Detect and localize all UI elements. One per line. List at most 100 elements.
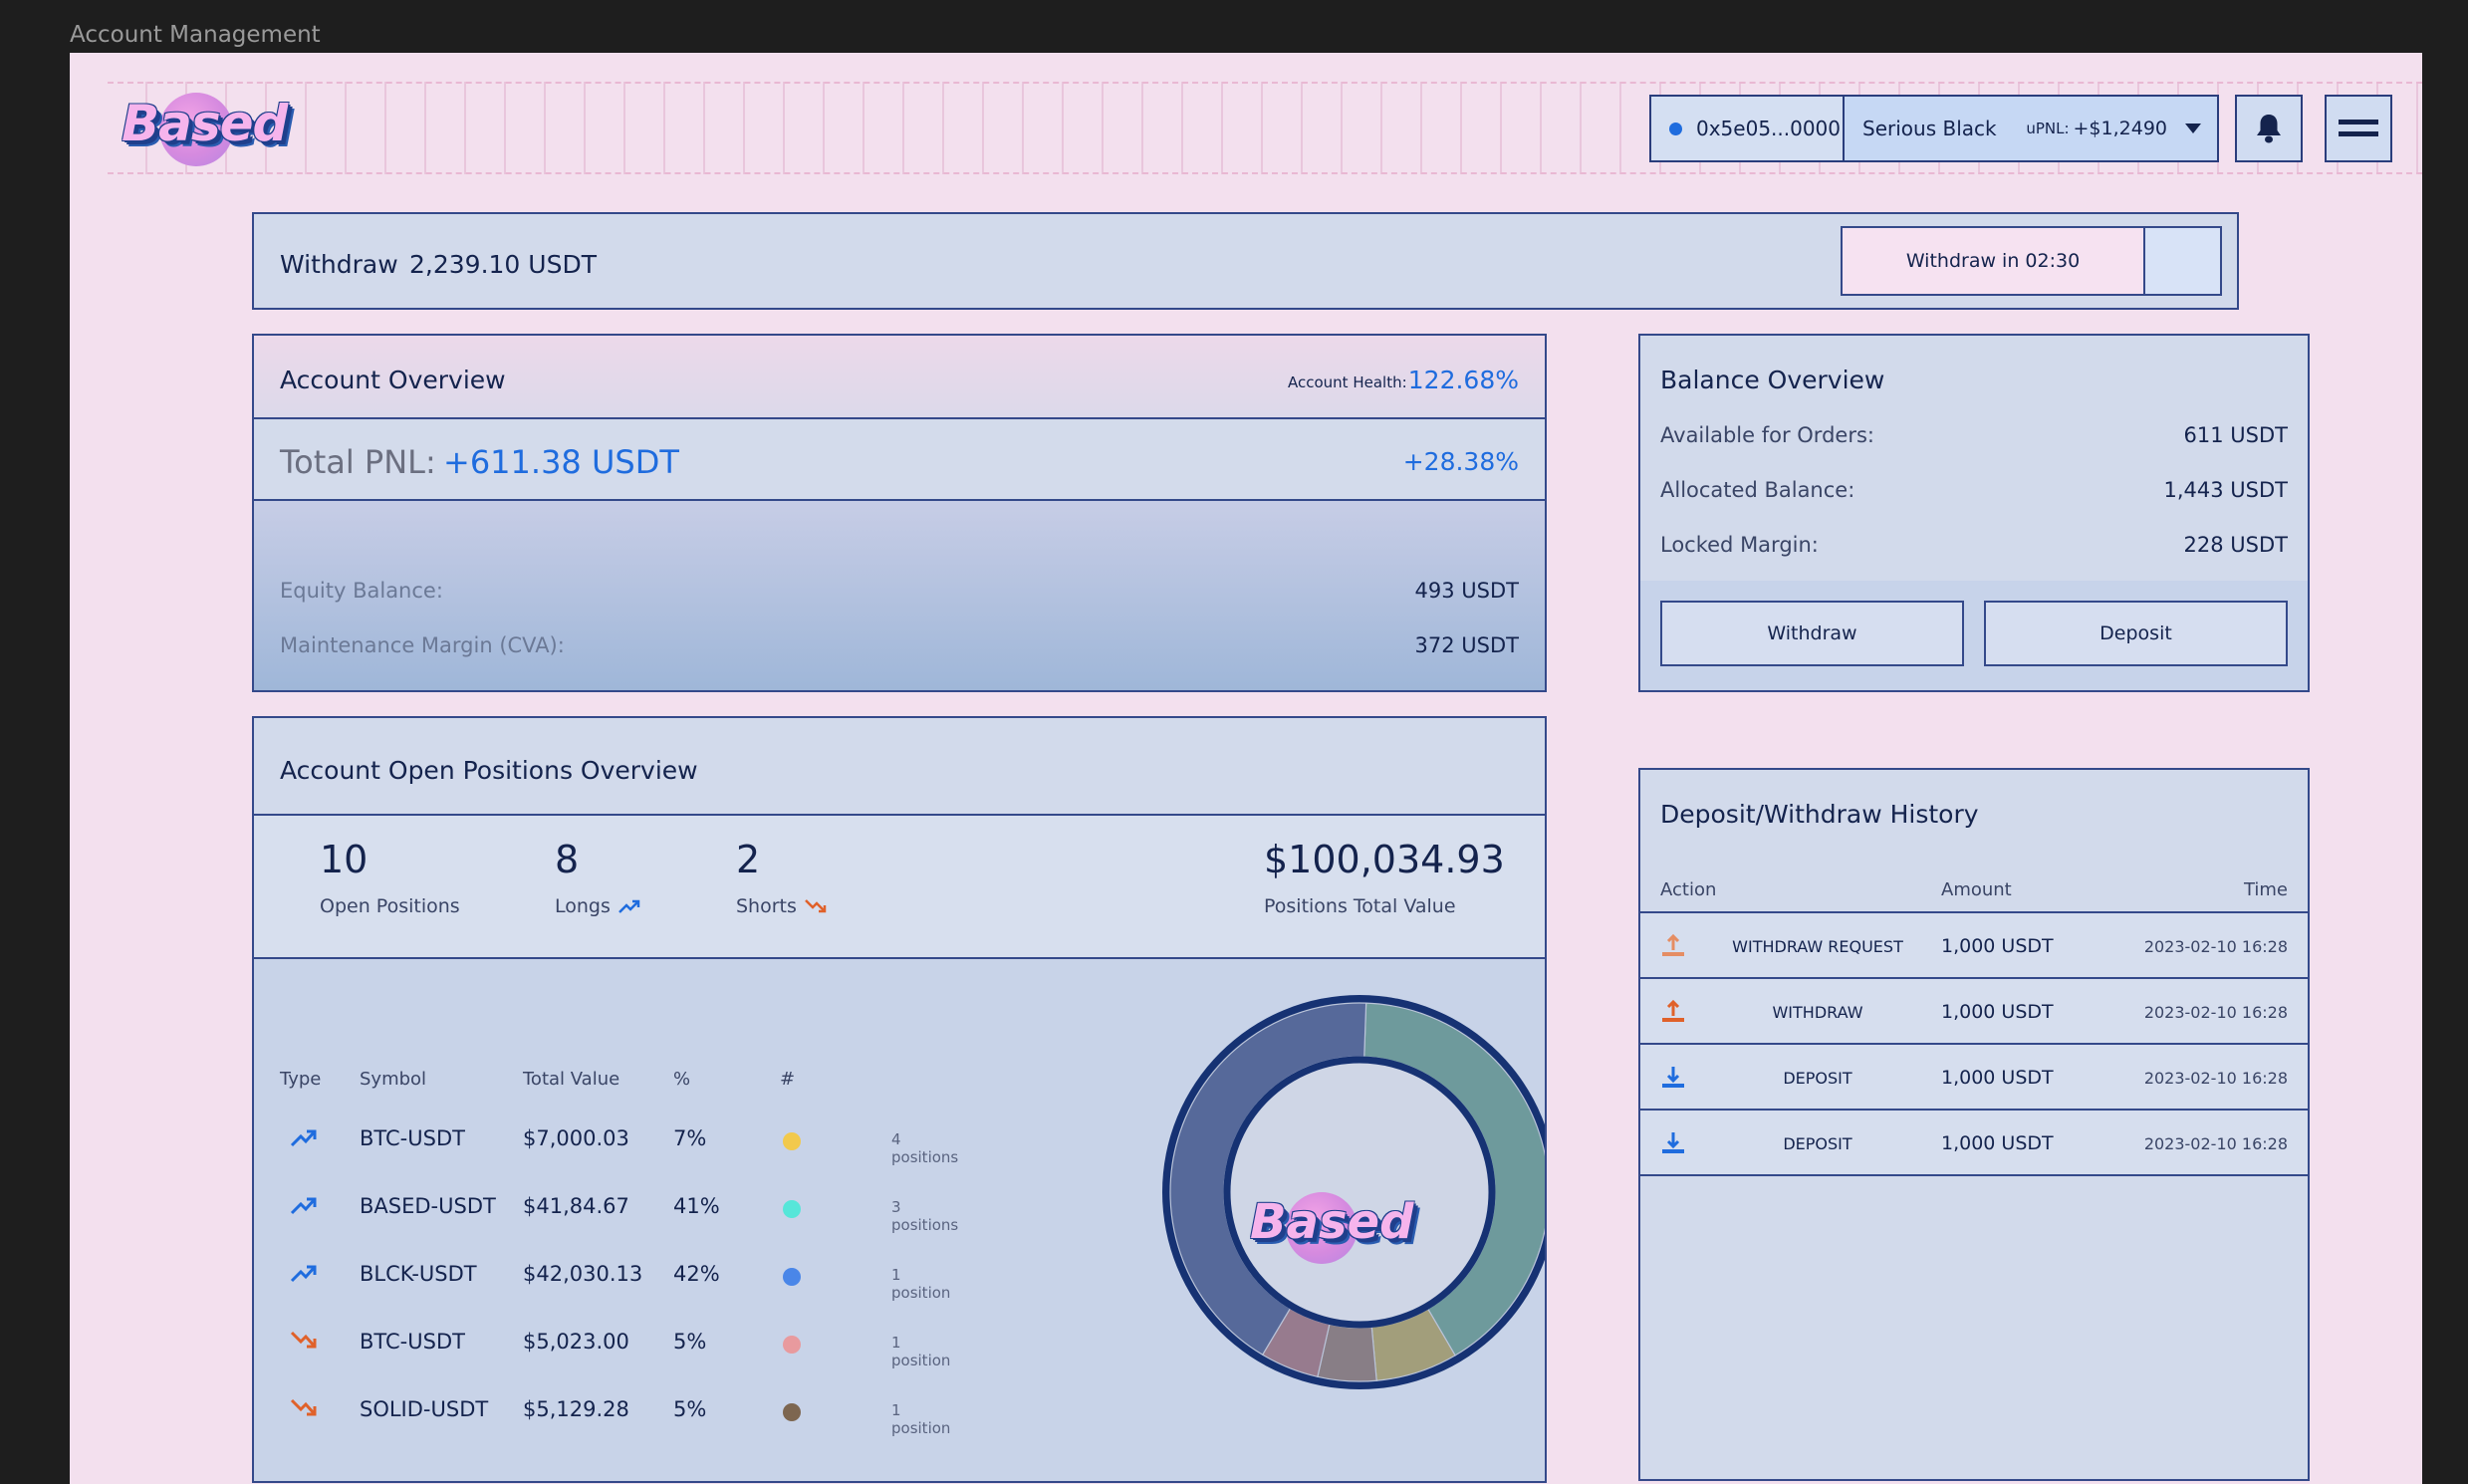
position-row[interactable]: BTC-USDT $7,000.03 7% 4 positions [254, 1120, 958, 1166]
logo-text: Based [1250, 1194, 1414, 1250]
balance-actions: Withdraw Deposit [1640, 581, 2308, 690]
col-percent: % [673, 1069, 691, 1090]
balance-row-value: 228 USDT [2183, 533, 2288, 557]
equity-balance-value: 493 USDT [1414, 579, 1519, 603]
position-color-dot [783, 1200, 801, 1218]
col-total-value: Total Value [523, 1069, 620, 1090]
history-table-header: Action Amount Time [1640, 864, 2308, 913]
positions-total-label-text: Positions Total Value [1264, 895, 1456, 917]
history-time: 2023-02-10 16:28 [2143, 1134, 2288, 1153]
balance-row-label: Available for Orders: [1660, 423, 1874, 447]
position-row[interactable]: BASED-USDT $41,84.67 41% 3 positions [254, 1188, 958, 1234]
history-amount: 1,000 USDT [1941, 1132, 2054, 1154]
position-symbol: SOLID-USDT [360, 1397, 489, 1421]
total-pnl-row: Total PNL: +611.38 USDT +28.38% [254, 419, 1545, 501]
shorts-label-text: Shorts [736, 895, 797, 917]
history-time: 2023-02-10 16:28 [2143, 937, 2288, 956]
account-selector[interactable]: Serious Black uPNL: +$1,2490 [1845, 97, 2217, 160]
longs-stat: 8 Longs [555, 838, 640, 917]
history-row[interactable]: WITHDRAW 1,000 USDT 2023-02-10 16:28 [1640, 979, 2308, 1045]
balance-overview-panel: Balance Overview Available for Orders: 6… [1638, 334, 2310, 692]
withdraw-amount: 2,239.10 USDT [409, 250, 597, 279]
longs-label: Longs [555, 895, 640, 917]
connected-dot-icon [1669, 122, 1682, 135]
account-health-label: Account Health: [1288, 373, 1407, 391]
history-row[interactable]: DEPOSIT 1,000 USDT 2023-02-10 16:28 [1640, 1111, 2308, 1176]
open-positions-header: Account Open Positions Overview [254, 718, 1545, 816]
logo-text: Based [122, 95, 288, 152]
wallet-address-text: 0x5e05...0000 [1696, 117, 1842, 140]
total-pnl-label: Total PNL: [280, 443, 436, 481]
trend-up-icon [290, 1262, 318, 1288]
withdraw-timer-action[interactable] [2145, 228, 2220, 294]
history-action: WITHDRAW [1772, 1003, 1863, 1022]
shorts-stat: 2 Shorts [736, 838, 827, 917]
position-percent: 42% [673, 1262, 720, 1286]
open-positions-panel: Account Open Positions Overview 10 Open … [252, 716, 1547, 1483]
history-action: WITHDRAW REQUEST [1732, 937, 1903, 956]
trend-down-icon [290, 1330, 318, 1356]
position-count: 1 position [891, 1401, 951, 1437]
available-orders-row: Available for Orders: 611 USDT [1660, 423, 2288, 447]
equity-balance-row: Equity Balance: 493 USDT [280, 579, 1519, 603]
history-row[interactable]: DEPOSIT 1,000 USDT 2023-02-10 16:28 [1640, 1045, 2308, 1111]
chevron-down-icon[interactable] [2185, 124, 2201, 133]
withdraw-timer-label: Withdraw in 02:30 [1843, 228, 2145, 294]
position-row[interactable]: BTC-USDT $5,023.00 5% 1 position [254, 1324, 951, 1369]
open-positions-count: 10 [320, 838, 369, 881]
balance-row-value: 1,443 USDT [2163, 478, 2289, 502]
position-row[interactable]: BLCK-USDT $42,030.13 42% 1 position [254, 1256, 951, 1302]
deposit-icon [1660, 1065, 1686, 1095]
app-canvas: Based 0x5e05...0000 Serious Black uPNL: … [70, 53, 2422, 1484]
account-overview-header: Account Overview Account Health: 122.68% [254, 336, 1545, 419]
history-amount: 1,000 USDT [1941, 1001, 2054, 1023]
deposit-button[interactable]: Deposit [1984, 601, 2288, 666]
balance-row-label: Allocated Balance: [1660, 478, 1855, 502]
position-symbol: BLCK-USDT [360, 1262, 477, 1286]
position-percent: 41% [673, 1194, 720, 1218]
notifications-button[interactable] [2235, 95, 2303, 162]
history-row[interactable]: WITHDRAW REQUEST 1,000 USDT 2023-02-10 16:… [1640, 913, 2308, 979]
withdraw-icon [1660, 999, 1686, 1029]
trend-down-icon [805, 899, 827, 913]
balance-row-value: 611 USDT [2183, 423, 2288, 447]
equity-section: Equity Balance: 493 USDT Maintenance Mar… [254, 501, 1545, 690]
deposit-icon [1660, 1130, 1686, 1160]
maintenance-margin-label: Maintenance Margin (CVA): [280, 633, 565, 657]
balance-overview-title: Balance Overview [1660, 366, 1885, 394]
position-value: $7,000.03 [523, 1126, 629, 1150]
open-positions-label-text: Open Positions [320, 895, 460, 917]
position-color-dot [783, 1132, 801, 1150]
withdraw-timer-button[interactable]: Withdraw in 02:30 [1841, 226, 2222, 296]
history-time: 2023-02-10 16:28 [2143, 1069, 2288, 1088]
maintenance-margin-value: 372 USDT [1414, 633, 1519, 657]
position-value: $5,023.00 [523, 1330, 629, 1354]
history-amount: 1,000 USDT [1941, 1067, 2054, 1089]
wallet-address[interactable]: 0x5e05...0000 [1651, 97, 1845, 160]
history-time: 2023-02-10 16:28 [2143, 1003, 2288, 1022]
position-color-dot [783, 1336, 801, 1354]
col-symbol: Symbol [360, 1069, 427, 1090]
position-count: 4 positions [891, 1130, 959, 1166]
longs-label-text: Longs [555, 895, 611, 917]
position-percent: 5% [673, 1330, 707, 1354]
position-row[interactable]: SOLID-USDT $5,129.28 5% 1 position [254, 1391, 951, 1437]
position-count: 1 position [891, 1334, 951, 1369]
trend-up-icon [290, 1194, 318, 1220]
withdraw-request-icon [1660, 933, 1686, 963]
maintenance-margin-row: Maintenance Margin (CVA): 372 USDT [280, 633, 1519, 657]
based-logo[interactable]: Based [122, 87, 288, 170]
allocated-balance-row: Allocated Balance: 1,443 USDT [1660, 478, 2288, 502]
history-title: Deposit/Withdraw History [1660, 800, 1979, 829]
wallet-selector[interactable]: 0x5e05...0000 Serious Black uPNL: +$1,24… [1649, 95, 2219, 162]
history-col-action: Action [1660, 879, 1717, 900]
menu-button[interactable] [2325, 95, 2392, 162]
locked-margin-row: Locked Margin: 228 USDT [1660, 533, 2288, 557]
total-pnl-value: +611.38 USDT [443, 443, 679, 481]
shorts-count: 2 [736, 838, 761, 881]
deposit-withdraw-history-panel: Deposit/Withdraw History Action Amount T… [1638, 768, 2310, 1481]
withdraw-button[interactable]: Withdraw [1660, 601, 1964, 666]
total-pnl-percent: +28.38% [1402, 447, 1519, 476]
position-color-dot [783, 1268, 801, 1286]
equity-balance-label: Equity Balance: [280, 579, 443, 603]
